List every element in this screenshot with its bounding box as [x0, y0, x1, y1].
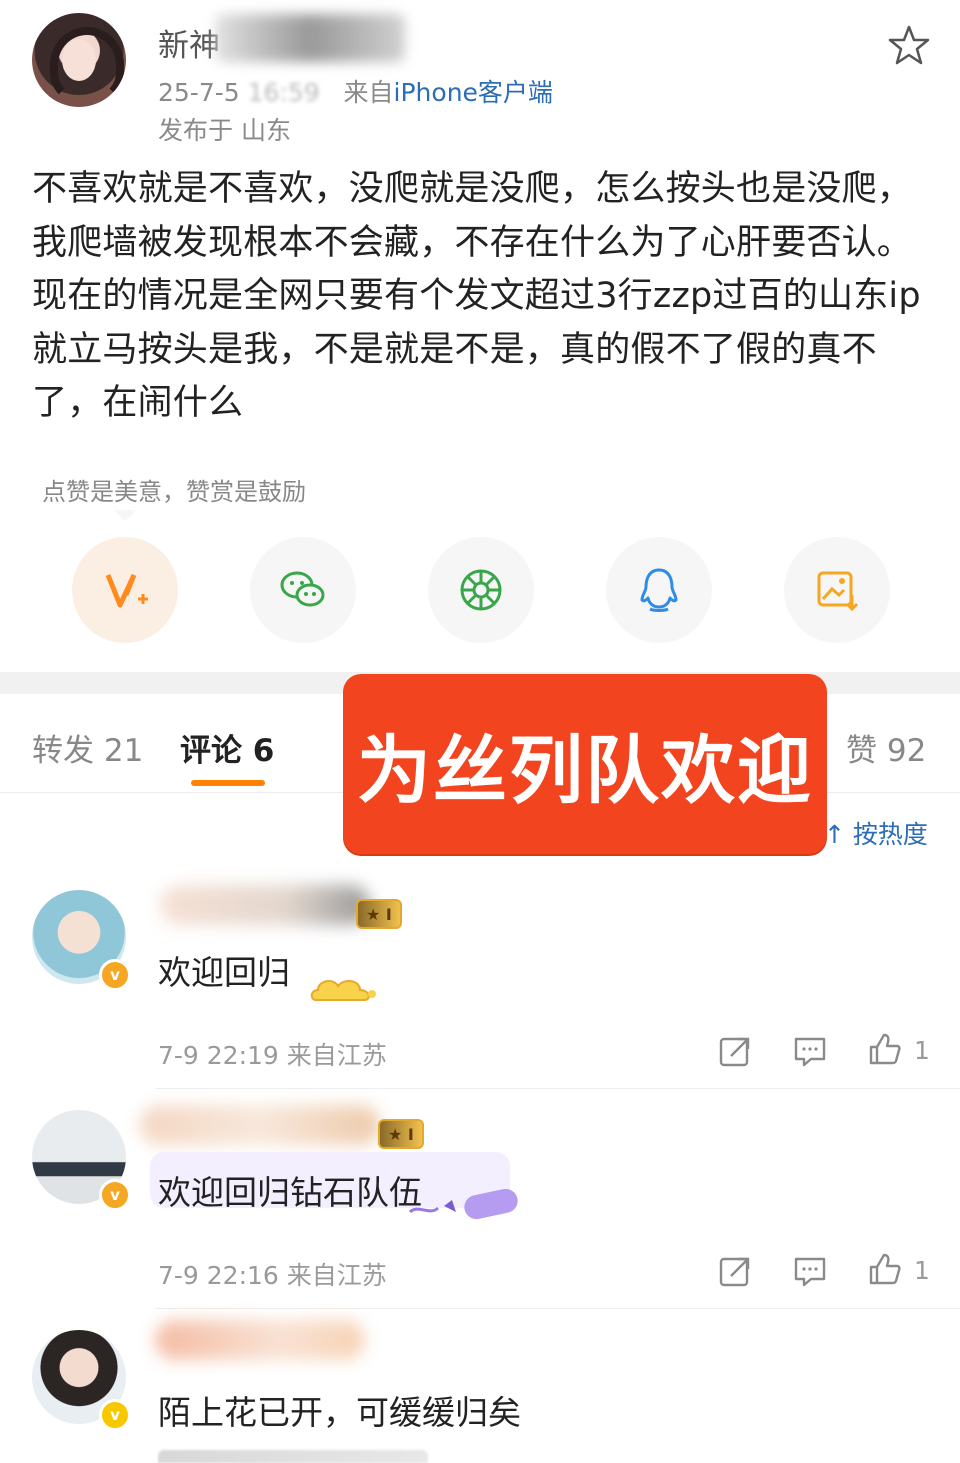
comment-text: 陌上花已开，可缓缓归矣 [158, 1393, 521, 1432]
tab-repost[interactable]: 转发 21 [32, 725, 143, 770]
overlay-banner: 为丝列队欢迎 [343, 674, 827, 854]
share-qq-button[interactable] [606, 537, 712, 643]
post-location: 发布于 山东 [158, 116, 291, 145]
sort-label: 按热度 [852, 820, 928, 849]
like-count: 1 [914, 1256, 930, 1285]
name-blur [215, 14, 405, 62]
reply-icon[interactable] [793, 1034, 827, 1068]
comment-divider [156, 1308, 960, 1309]
favorite-star-icon[interactable] [888, 24, 930, 66]
author-avatar[interactable] [32, 13, 126, 107]
reward-hint: 点赞是美意，赞赏是鼓励 [38, 470, 310, 509]
cloud-sticker-icon [306, 972, 378, 1008]
intp-sticker-icon [404, 1182, 522, 1226]
active-tab-indicator [191, 780, 265, 786]
reply-icon[interactable] [793, 1254, 827, 1288]
share-wechat-button[interactable] [250, 537, 356, 643]
comment-name-blur [155, 1320, 365, 1360]
post-text: 不喜欢就是不喜欢，没爬就是没爬，怎么按头也是没爬，我爬墙被发现根本不会藏，不存在… [32, 169, 921, 423]
v-plus-icon [105, 573, 148, 608]
post-meta: 25-7-5 16:59 来自iPhone客户端 [158, 73, 553, 109]
comment-divider [156, 1088, 960, 1089]
save-image-icon [817, 571, 859, 612]
comment-meta: 7-9 22:16 来自江苏 [158, 1261, 387, 1290]
like-thumb-icon[interactable] [868, 1032, 902, 1066]
fan-medal-icon: ★ I [356, 899, 402, 929]
like-count: 1 [914, 1036, 930, 1065]
moments-icon [460, 569, 502, 611]
post-time-blurred: 16:59 [247, 78, 320, 107]
verified-badge-icon: v [99, 1179, 131, 1211]
repost-icon[interactable] [718, 1034, 752, 1068]
verified-badge-icon: v [99, 959, 131, 991]
comment-meta: 7-9 22:19 来自江苏 [158, 1041, 387, 1070]
sort-toggle[interactable]: ↑ 按热度 [824, 815, 928, 851]
v-plus-button[interactable] [72, 537, 178, 643]
tab-likes[interactable]: 赞 92 [846, 725, 926, 770]
wechat-icon [280, 571, 325, 607]
author-name[interactable]: 新神 [158, 20, 220, 65]
post-source[interactable]: iPhone客户端 [394, 78, 553, 107]
repost-icon[interactable] [718, 1254, 752, 1288]
save-image-button[interactable] [784, 537, 890, 643]
fan-medal-icon: ★ I [378, 1119, 424, 1149]
comment-text: 欢迎回归 [158, 953, 290, 992]
like-thumb-icon[interactable] [868, 1252, 902, 1286]
banner-text: 为丝列队欢迎 [357, 727, 813, 814]
reward-caret [114, 510, 136, 521]
comment-name-blur [160, 885, 370, 925]
post-time: 25-7-5 [158, 78, 240, 107]
share-moments-button[interactable] [428, 537, 534, 643]
comment-meta-cut [158, 1450, 428, 1463]
comment-name-blur [140, 1105, 380, 1145]
source-prefix: 来自 [343, 78, 394, 107]
verified-badge-icon: v [99, 1399, 131, 1431]
tab-comments[interactable]: 评论 6 [180, 725, 274, 770]
qq-icon [640, 568, 678, 612]
sort-arrow-icon: ↑ [824, 820, 853, 849]
comment-text: 欢迎回归钻石队伍 [158, 1173, 422, 1212]
